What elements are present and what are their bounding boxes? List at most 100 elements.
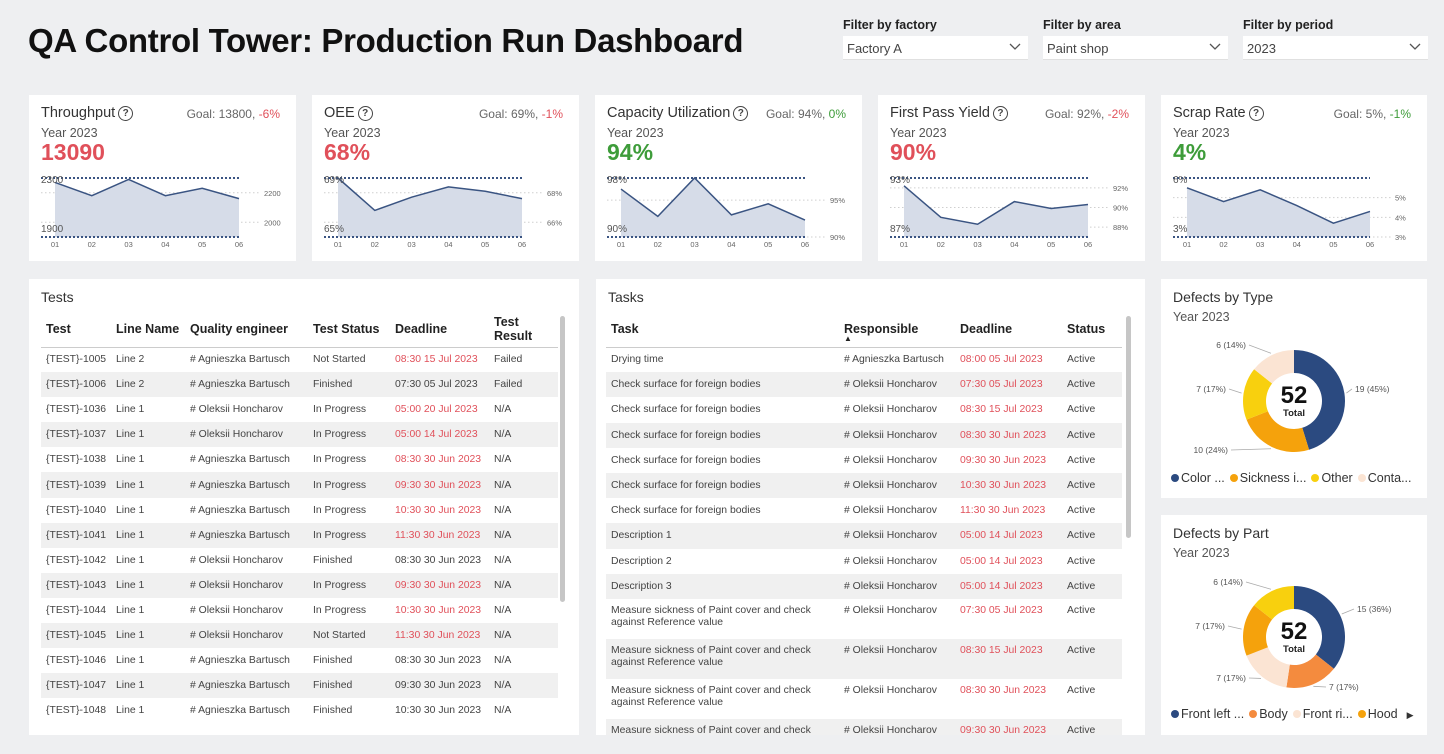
x-axis-label: 04 xyxy=(1293,240,1301,249)
table-cell: Line 1 xyxy=(116,604,145,616)
table-cell: Active xyxy=(1067,684,1096,696)
table-row[interactable]: {TEST}-1045 Line 1 # Oleksii Honcharov Not … xyxy=(41,623,558,649)
help-icon[interactable]: ? xyxy=(118,106,134,121)
help-icon[interactable]: ? xyxy=(992,106,1008,121)
x-axis-label: 02 xyxy=(1219,240,1227,249)
table-cell: N/A xyxy=(494,454,512,466)
table-row[interactable]: Description 2 # Oleksii Honcharov 05:00 14… xyxy=(606,549,1122,574)
kpi-goal-delta: -2% xyxy=(1107,107,1129,121)
legend-item[interactable]: Conta... xyxy=(1357,471,1412,485)
table-row[interactable]: Description 1 # Oleksii Honcharov 05:00 14… xyxy=(606,523,1122,549)
table-row[interactable]: Measure sickness of Paint cover and chec… xyxy=(606,638,1122,679)
right-axis-label: 95% xyxy=(830,196,845,205)
table-cell: 11:30 30 Jun 2023 xyxy=(390,522,489,548)
legend-item[interactable]: Sickness i... xyxy=(1229,471,1306,485)
table-cell: N/A xyxy=(489,623,558,649)
help-icon[interactable]: ? xyxy=(357,106,373,121)
legend-item[interactable]: Front ri... xyxy=(1292,707,1353,721)
table-cell: # Agnieszka Bartusch xyxy=(190,454,290,466)
table-row[interactable]: {TEST}-1037 Line 1 # Oleksii Honcharov In P… xyxy=(41,422,558,448)
defects-part-title: Defects by Part xyxy=(1173,525,1269,541)
table-cell: {TEST}-1043 xyxy=(41,572,111,598)
legend-item[interactable]: Body xyxy=(1249,707,1288,721)
table-row[interactable]: {TEST}-1043 Line 1 # Oleksii Honcharov In P… xyxy=(41,572,558,598)
kpi-card-throughput: Throughput? Goal: 13800, -6% Year 2023 1309… xyxy=(29,95,296,261)
table-row[interactable]: {TEST}-1041 Line 1 # Agnieszka Bartusch In … xyxy=(41,522,558,548)
table-row[interactable]: {TEST}-1005 Line 2 # Agnieszka Bartusch Not… xyxy=(41,347,558,372)
legend-next-icon[interactable]: ▶ xyxy=(1407,710,1414,720)
table-cell: 08:30 30 Jun 2023 xyxy=(395,554,482,566)
table-cell: Check surface for foreign bodies xyxy=(606,422,839,448)
column-header[interactable]: Deadline xyxy=(955,311,1062,348)
table-cell: 09:30 30 Jun 2023 xyxy=(955,718,1062,735)
table-row[interactable]: Measure sickness of Paint cover and chec… xyxy=(606,679,1122,719)
slice-data-label: 19 (45%) xyxy=(1355,384,1390,394)
x-axis-label: 01 xyxy=(617,240,625,249)
table-row[interactable]: {TEST}-1047 Line 1 # Agnieszka Bartusch Fin… xyxy=(41,673,558,699)
column-header[interactable]: Status xyxy=(1062,311,1122,348)
x-axis-label: 03 xyxy=(973,240,981,249)
table-row[interactable]: Check surface for foreign bodies # Oleksi… xyxy=(606,472,1122,499)
column-header[interactable]: Responsible ▲ xyxy=(839,311,955,348)
table-row[interactable]: {TEST}-1006 Line 2 # Agnieszka Bartusch Fin… xyxy=(41,372,558,398)
tests-scrollbar[interactable] xyxy=(560,316,565,602)
legend-item[interactable]: Front left ... xyxy=(1171,707,1244,721)
table-cell: # Oleksii Honcharov xyxy=(844,555,937,567)
help-icon[interactable]: ? xyxy=(1248,106,1264,121)
x-axis-label: 06 xyxy=(1084,240,1092,249)
table-cell: N/A xyxy=(494,404,512,416)
table-row[interactable]: Drying time # Agnieszka Bartusch 08:00 05 … xyxy=(606,347,1122,372)
table-row[interactable]: {TEST}-1039 Line 1 # Agnieszka Bartusch In … xyxy=(41,472,558,498)
defects-part-legend: Front left ... Body Front ri... Hood ▶ xyxy=(1171,707,1414,721)
kpi-year: Year 2023 xyxy=(324,126,381,140)
column-header[interactable]: Test Status xyxy=(308,311,390,348)
left-axis-max: 2300 xyxy=(41,175,64,186)
help-icon[interactable]: ? xyxy=(733,106,749,121)
column-header[interactable]: Quality engineer xyxy=(185,311,308,348)
defects-type-center: 52 Total xyxy=(1264,384,1324,420)
column-header[interactable]: Line Name xyxy=(111,311,185,348)
table-row[interactable]: Description 3 # Oleksii Honcharov 05:00 14… xyxy=(606,573,1122,599)
table-row[interactable]: Check surface for foreign bodies # Oleksi… xyxy=(606,372,1122,398)
table-row[interactable]: Measure sickness of Paint cover and chec… xyxy=(606,718,1122,735)
table-row[interactable]: {TEST}-1042 Line 1 # Oleksii Honcharov Fini… xyxy=(41,548,558,573)
leader-line xyxy=(1248,344,1272,354)
table-cell: Check surface for foreign bodies xyxy=(611,454,761,466)
right-axis-label: 68% xyxy=(547,189,562,198)
table-cell: # Agnieszka Bartusch xyxy=(185,673,308,699)
table-cell: N/A xyxy=(489,572,558,598)
column-header[interactable]: Test xyxy=(41,311,111,348)
filter-area-dropdown[interactable]: Paint shop xyxy=(1043,36,1228,60)
table-row[interactable]: Check surface for foreign bodies # Oleksi… xyxy=(606,498,1122,523)
table-cell: {TEST}-1042 xyxy=(46,554,107,566)
table-row[interactable]: {TEST}-1048 Line 1 # Agnieszka Bartusch Fin… xyxy=(41,698,558,723)
sort-ascending-icon[interactable]: ▲ xyxy=(844,334,852,343)
column-header[interactable]: Task xyxy=(606,311,839,348)
column-header[interactable]: Deadline xyxy=(390,311,489,348)
kpi-title-text: Scrap Rate xyxy=(1173,105,1246,121)
column-header[interactable]: Test Result xyxy=(489,311,558,348)
legend-item[interactable]: Other xyxy=(1311,471,1353,485)
filter-factory-dropdown[interactable]: Factory A xyxy=(843,36,1028,60)
table-row[interactable]: {TEST}-1046 Line 1 # Agnieszka Bartusch Fin… xyxy=(41,648,558,673)
table-row[interactable]: {TEST}-1040 Line 1 # Agnieszka Bartusch In … xyxy=(41,498,558,523)
table-row[interactable]: Check surface for foreign bodies # Oleksi… xyxy=(606,397,1122,422)
filter-period-dropdown[interactable]: 2023 xyxy=(1243,36,1428,60)
table-cell: Active xyxy=(1067,354,1096,366)
table-cell: In Progress xyxy=(308,572,390,598)
kpi-sparkline: 68% 66% 69% 65% 01 02 03 04 05 06 xyxy=(324,175,562,249)
table-row[interactable]: Check surface for foreign bodies # Oleksi… xyxy=(606,422,1122,448)
table-cell: Finished xyxy=(308,673,390,699)
table-cell: 08:30 15 Jul 2023 xyxy=(960,404,1043,416)
table-row[interactable]: {TEST}-1036 Line 1 # Oleksii Honcharov In P… xyxy=(41,397,558,422)
table-row[interactable]: Check surface for foreign bodies # Oleksi… xyxy=(606,448,1122,473)
table-row[interactable]: {TEST}-1038 Line 1 # Agnieszka Bartusch In … xyxy=(41,447,558,472)
tasks-scrollbar[interactable] xyxy=(1126,316,1131,538)
defects-type-title: Defects by Type xyxy=(1173,289,1274,305)
legend-item[interactable]: Color ... xyxy=(1171,471,1225,485)
legend-item[interactable]: Hood xyxy=(1357,707,1398,721)
table-cell: Not Started xyxy=(313,354,366,366)
table-row[interactable]: {TEST}-1044 Line 1 # Oleksii Honcharov In P… xyxy=(41,598,558,623)
table-row[interactable]: Measure sickness of Paint cover and chec… xyxy=(606,599,1122,639)
right-axis-label: 88% xyxy=(1113,223,1128,232)
